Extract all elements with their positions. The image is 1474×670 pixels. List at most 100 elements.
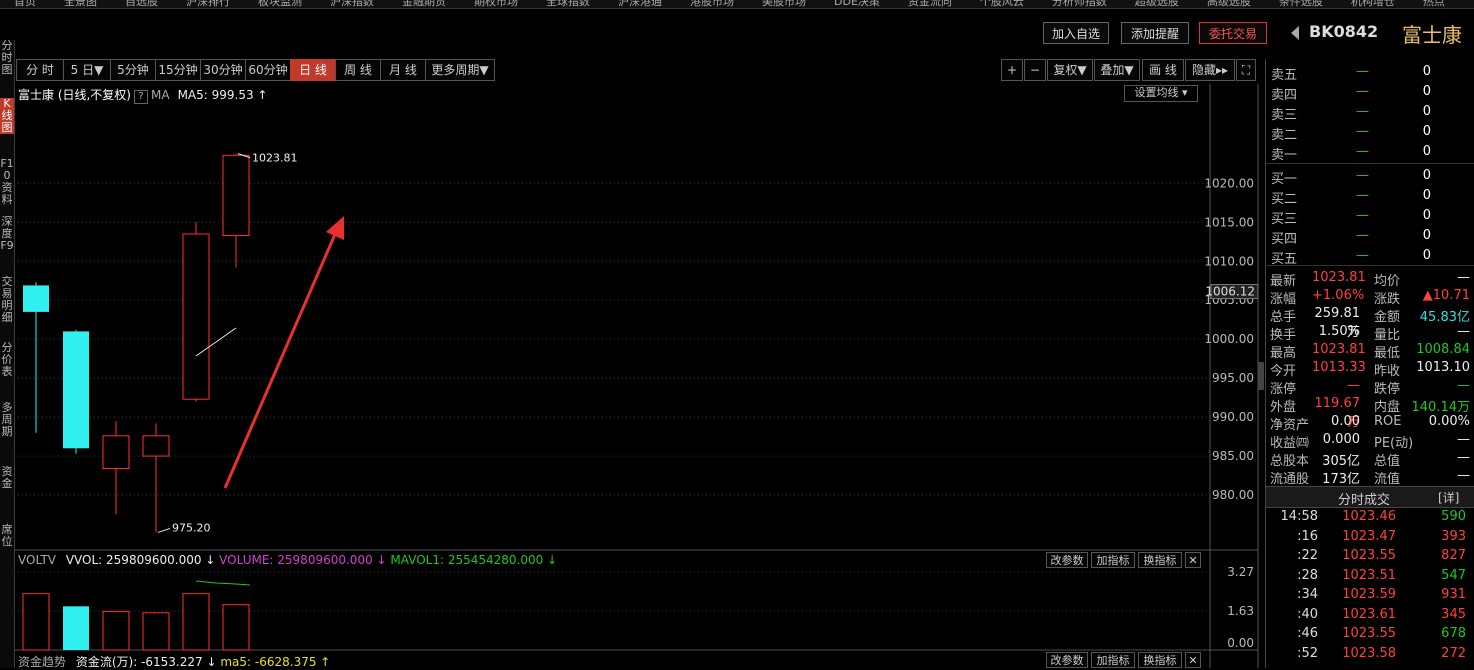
period-tab[interactable]: 60分钟 [245, 59, 291, 81]
top-menu-item[interactable]: 个股风云 [966, 0, 1038, 7]
tick-detail-link[interactable]: [详] [1438, 489, 1459, 506]
indicator-button[interactable]: 改参数 [1046, 552, 1088, 568]
stock-code: BK0842 [1309, 22, 1379, 41]
top-menu-item[interactable]: 板块监测 [244, 0, 316, 7]
candle[interactable] [222, 153, 250, 268]
tick-volume: 590 [1441, 509, 1466, 524]
top-menu-item[interactable]: DDE决策 [820, 0, 894, 7]
divider [1266, 265, 1474, 266]
volume-bar[interactable] [182, 593, 210, 651]
top-menu-item[interactable]: 资金流向 [894, 0, 966, 7]
orderbook-price: — [1356, 144, 1369, 159]
chart-tool-button[interactable]: 叠加▼ [1094, 59, 1140, 81]
candle[interactable] [142, 423, 170, 533]
indicator-button[interactable]: ✕ [1185, 552, 1201, 568]
candle[interactable] [102, 421, 130, 515]
top-menu-item[interactable]: 热点 [1409, 0, 1459, 7]
volume-bar[interactable] [142, 612, 170, 651]
period-tab[interactable]: 月 线 [380, 59, 426, 81]
candle[interactable] [182, 222, 210, 402]
quote-value-2: 45.83亿 [1419, 310, 1470, 325]
left-tab[interactable]: K线图 [0, 98, 14, 134]
quote-label-2: 跌停 [1374, 382, 1401, 397]
top-menu-item[interactable]: 沪深港通 [604, 0, 676, 7]
candle[interactable] [23, 282, 49, 433]
period-tab[interactable]: 分 时 [16, 59, 64, 81]
prev-stock-arrow-icon[interactable] [1291, 26, 1299, 40]
left-tab[interactable]: 席位 [0, 524, 14, 548]
volume-bar[interactable] [102, 610, 130, 651]
top-menu-item[interactable]: 超级选股 [1121, 0, 1193, 7]
volume-bar[interactable] [22, 593, 50, 651]
indicator-button[interactable]: 换指标 [1138, 552, 1182, 568]
tick-volume: 678 [1441, 626, 1466, 641]
quote-label: 外盘 [1270, 400, 1297, 415]
quote-label: 收益㈣ [1270, 436, 1310, 451]
orderbook-row: 卖二 — 0 [1271, 122, 1471, 143]
quote-value: 0.00 [1331, 414, 1360, 429]
add-alert-button[interactable]: 添加提醒 [1121, 22, 1189, 44]
period-tab[interactable]: 5 日▼ [63, 59, 111, 81]
candle-body [63, 331, 89, 449]
period-tab[interactable]: 15分钟 [155, 59, 201, 81]
period-tab[interactable]: 更多周期▼ [425, 59, 495, 81]
quote-label: 涨停 [1270, 382, 1297, 397]
tick-price: 1023.55 [1342, 548, 1396, 563]
top-menu-item[interactable]: 自选股 [111, 0, 172, 7]
candle-body [102, 435, 130, 470]
indicator-button[interactable]: 换指标 [1138, 652, 1182, 668]
tick-row: 14:58 1023.46 590 [1266, 509, 1474, 528]
kline-chart[interactable]: 1020.001015.001010.001005.001000.00995.0… [14, 84, 1265, 668]
top-menu-item[interactable]: 条件选股 [1265, 0, 1337, 7]
top-menu-item[interactable]: 全景图 [50, 0, 111, 7]
orderbook-price: — [1356, 188, 1369, 203]
orderbook-row: 卖三 — 0 [1271, 102, 1471, 123]
volume-bar[interactable] [222, 604, 250, 651]
period-tab[interactable]: 5分钟 [110, 59, 156, 81]
chart-tool-button[interactable]: − [1024, 59, 1046, 81]
top-menu-item[interactable]: 沪深指数 [316, 0, 388, 7]
left-tab[interactable]: F10资料 [0, 158, 14, 206]
top-menu-item[interactable]: 高级选股 [1193, 0, 1265, 7]
candle-body [222, 154, 250, 237]
chart-tool-button[interactable]: 画 线 [1142, 59, 1184, 81]
top-menu-item[interactable]: 美股市场 [748, 0, 820, 7]
left-tab[interactable]: 深度F9 [0, 216, 14, 252]
candle[interactable] [63, 329, 89, 454]
orderbook-price: — [1356, 208, 1369, 223]
chart-tool-button[interactable]: + [1001, 59, 1023, 81]
period-tab[interactable]: 日 线 [290, 59, 336, 81]
indicator-button[interactable]: 加指标 [1091, 652, 1135, 668]
volume-bar[interactable] [63, 606, 89, 650]
left-tab[interactable]: 多周期 [0, 402, 14, 438]
quote-value: 1.50% [1318, 324, 1360, 339]
top-menu-item[interactable]: 金融期货 [388, 0, 460, 7]
period-tab[interactable]: 30分钟 [200, 59, 246, 81]
quote-label: 换手 [1270, 328, 1297, 343]
top-menu-item[interactable]: 沪深排行 [172, 0, 244, 7]
indicator-button[interactable]: 加指标 [1091, 552, 1135, 568]
indicator-button[interactable]: 改参数 [1046, 652, 1088, 668]
scroll-handle[interactable] [1258, 362, 1264, 390]
quote-label-2: 最低 [1374, 346, 1401, 361]
chart-tool-button[interactable]: 复权▼ [1047, 59, 1093, 81]
top-menu-item[interactable]: 分析师指数 [1038, 0, 1121, 7]
indicator-button[interactable]: ✕ [1185, 652, 1201, 668]
trade-button[interactable]: 委托交易 [1199, 22, 1267, 44]
top-menu-item[interactable]: 机构增仓 [1337, 0, 1409, 7]
quote-label: 净资产 [1270, 418, 1310, 433]
top-menu-item[interactable]: 全球指数 [532, 0, 604, 7]
left-tab[interactable]: 分时图 [0, 40, 14, 76]
quote-value: 1023.81 [1312, 270, 1366, 285]
top-menu-item[interactable]: 首页 [0, 0, 50, 7]
period-tab[interactable]: 周 线 [335, 59, 381, 81]
top-menu-item[interactable]: 港股市场 [676, 0, 748, 7]
left-tab[interactable]: 分价表 [0, 342, 14, 378]
chart-tool-button[interactable]: ⛶ [1236, 59, 1256, 81]
add-watchlist-button[interactable]: 加入自选 [1043, 22, 1109, 44]
left-tab[interactable]: 交易明细 [0, 276, 14, 324]
left-tab[interactable]: 资金 [0, 466, 14, 490]
top-menu-item[interactable]: 期权市场 [460, 0, 532, 7]
orderbook-volume: 0 [1422, 64, 1431, 79]
chart-tool-button[interactable]: 隐藏▸▸ [1185, 59, 1235, 81]
